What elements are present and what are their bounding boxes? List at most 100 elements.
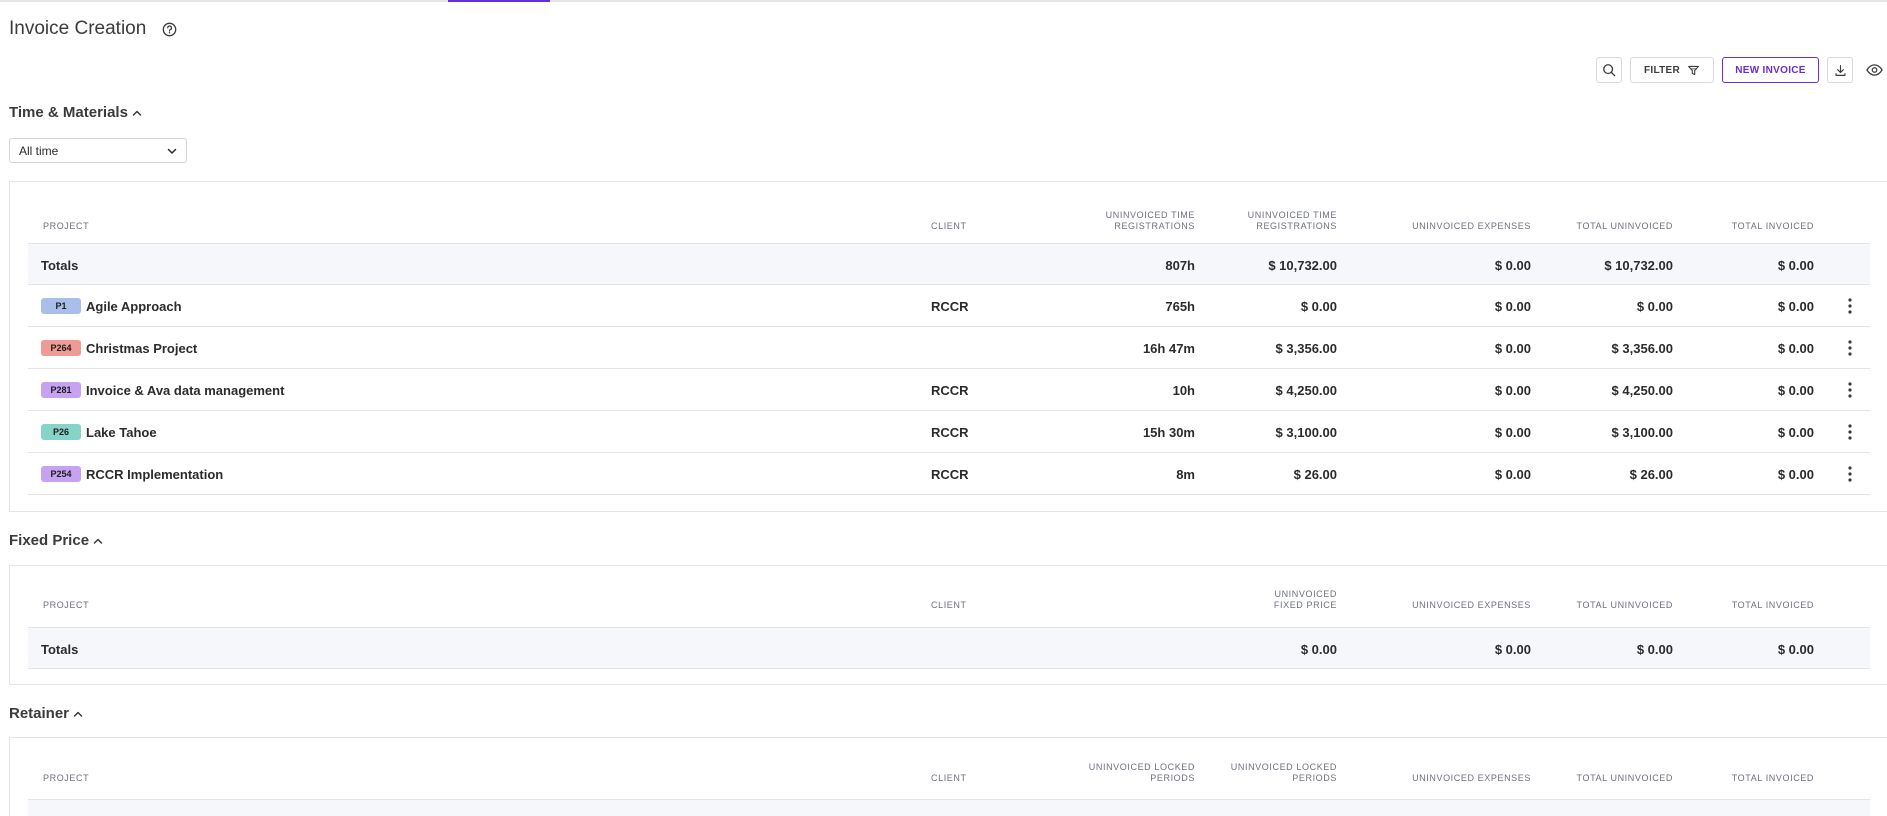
hours-cell: 765h <box>1165 298 1195 314</box>
col-uninvoiced-time-amount: UNINVOICED TIME REGISTRATIONS <box>1247 210 1337 231</box>
table-row[interactable]: P1 Agile Approach RCCR 765h $ 0.00 $ 0.00 $ 0.… <box>28 285 1870 327</box>
total-invoiced-cell: $ 0.00 <box>1777 340 1814 356</box>
retainer-table: PROJECT CLIENT UNINVOICED LOCKED PERIODS… <box>9 737 1887 816</box>
project-cell[interactable]: P1 Agile Approach <box>41 285 182 327</box>
more-vertical-icon <box>1848 340 1852 356</box>
col-uninvoiced-fixed-price: UNINVOICED FIXED PRICE <box>1273 589 1337 610</box>
project-cell[interactable]: P281 Invoice & Ava data management <box>41 369 284 411</box>
more-vertical-icon <box>1848 382 1852 398</box>
fixed-price-totals-row: Totals $ 0.00 $ 0.00 $ 0.00 $ 0.00 <box>28 627 1870 669</box>
fixed-price-table-header: PROJECT CLIENT UNINVOICED FIXED PRICE UN… <box>28 589 1887 630</box>
time-amount-cell: $ 3,100.00 <box>1275 424 1337 440</box>
time-materials-table-header: PROJECT CLIENT UNINVOICED TIME REGISTRAT… <box>28 206 1887 246</box>
time-amount-cell: $ 3,356.00 <box>1275 340 1337 356</box>
project-name: Agile Approach <box>86 298 182 314</box>
totals-time-amount: $ 10,732.00 <box>1268 257 1337 273</box>
project-name: Invoice & Ava data management <box>86 382 285 398</box>
chevron-down-icon <box>167 148 177 154</box>
filter-label: FILTER <box>1643 64 1681 76</box>
total-invoiced-cell: $ 0.00 <box>1777 466 1814 482</box>
time-amount-cell: $ 4,250.00 <box>1275 382 1337 398</box>
chevron-up-icon <box>73 711 83 717</box>
totals-label: Totals <box>41 257 79 273</box>
fixed-price-section-toggle[interactable]: Fixed Price <box>9 532 104 549</box>
search-button[interactable] <box>1596 57 1622 83</box>
project-cell[interactable]: P254 RCCR Implementation <box>41 453 223 495</box>
client-cell: RCCR <box>931 424 969 440</box>
active-tab-indicator <box>448 0 550 2</box>
toolbar: FILTER NEW INVOICE <box>1596 57 1887 83</box>
col-project: PROJECT <box>43 221 90 231</box>
table-row[interactable]: P254 RCCR Implementation RCCR 8m $ 26.00 $ 0.… <box>28 453 1870 495</box>
more-vertical-icon <box>1848 466 1852 482</box>
total-invoiced-cell: $ 0.00 <box>1777 382 1814 398</box>
more-vertical-icon <box>1848 424 1852 440</box>
new-invoice-label: NEW INVOICE <box>1735 64 1806 76</box>
period-select[interactable]: All time <box>9 138 187 163</box>
chevron-up-icon <box>93 538 103 544</box>
table-row[interactable]: P264 Christmas Project 16h 47m $ 3,356.00 $ … <box>28 327 1870 369</box>
retainer-section-toggle[interactable]: Retainer <box>9 705 84 722</box>
page-title: Invoice Creation <box>9 18 177 40</box>
search-icon <box>1603 64 1616 77</box>
time-materials-table: PROJECT CLIENT UNINVOICED TIME REGISTRAT… <box>9 181 1887 512</box>
retainer-table-header: PROJECT CLIENT UNINVOICED LOCKED PERIODS… <box>28 762 1887 802</box>
project-badge: P26 <box>41 424 81 440</box>
fixed-price-table: PROJECT CLIENT UNINVOICED FIXED PRICE UN… <box>9 565 1887 685</box>
row-menu-button[interactable] <box>1844 411 1856 453</box>
download-icon <box>1834 64 1846 76</box>
fixed-price-title: Fixed Price <box>9 532 90 549</box>
col-uninvoiced-locked-periods-1: UNINVOICED LOCKED PERIODS <box>1088 762 1195 783</box>
col-total-invoiced: TOTAL INVOICED <box>1731 600 1814 610</box>
period-select-value: All time <box>19 143 59 158</box>
col-project: PROJECT <box>43 773 90 783</box>
totals-total-invoiced: $ 0.00 <box>1777 641 1814 657</box>
top-tab-bar <box>0 0 1887 2</box>
download-button[interactable] <box>1827 57 1853 83</box>
row-menu-button[interactable] <box>1844 453 1856 495</box>
retainer-totals-row <box>28 799 1870 816</box>
project-badge: P254 <box>41 466 81 482</box>
time-amount-cell: $ 26.00 <box>1293 466 1337 482</box>
client-cell: RCCR <box>931 466 969 482</box>
visibility-button[interactable] <box>1861 57 1887 83</box>
totals-fixed-price: $ 0.00 <box>1300 641 1337 657</box>
hours-cell: 15h 30m <box>1142 424 1195 440</box>
client-cell: RCCR <box>931 382 969 398</box>
row-menu-button[interactable] <box>1844 285 1856 327</box>
hours-cell: 16h 47m <box>1142 340 1195 356</box>
table-row[interactable]: P281 Invoice & Ava data management RCCR 10h… <box>28 369 1870 411</box>
more-vertical-icon <box>1848 298 1852 314</box>
client-cell: RCCR <box>931 298 969 314</box>
project-cell[interactable]: P26 Lake Tahoe <box>41 411 157 453</box>
col-uninvoiced-time-hours: UNINVOICED TIME REGISTRATIONS <box>1105 210 1195 231</box>
col-client: CLIENT <box>931 221 967 231</box>
chevron-up-icon <box>132 110 142 116</box>
col-uninvoiced-locked-periods-2: UNINVOICED LOCKED PERIODS <box>1230 762 1337 783</box>
new-invoice-button[interactable]: NEW INVOICE <box>1722 57 1819 83</box>
col-client: CLIENT <box>931 773 967 783</box>
col-total-invoiced: TOTAL INVOICED <box>1731 221 1814 231</box>
col-total-invoiced: TOTAL INVOICED <box>1731 773 1814 783</box>
totals-row: Totals 807h $ 10,732.00 $ 0.00 $ 10,732.… <box>28 243 1870 285</box>
project-badge: P1 <box>41 298 81 314</box>
filter-button[interactable]: FILTER <box>1630 57 1714 83</box>
retainer-title: Retainer <box>9 705 70 722</box>
totals-hours: 807h <box>1165 257 1195 273</box>
row-menu-button[interactable] <box>1844 369 1856 411</box>
total-invoiced-cell: $ 0.00 <box>1777 298 1814 314</box>
hours-cell: 10h <box>1172 382 1195 398</box>
time-materials-section-toggle[interactable]: Time & Materials <box>9 104 143 121</box>
eye-icon <box>1865 64 1883 76</box>
page-title-text: Invoice Creation <box>9 18 147 39</box>
table-row[interactable]: P26 Lake Tahoe RCCR 15h 30m $ 3,100.00 $ 0.00… <box>28 411 1870 453</box>
hours-cell: 8m <box>1176 466 1195 482</box>
project-name: RCCR Implementation <box>86 466 224 482</box>
totals-total-invoiced: $ 0.00 <box>1777 257 1814 273</box>
help-icon[interactable] <box>162 22 177 37</box>
project-name: Christmas Project <box>86 340 198 356</box>
project-cell[interactable]: P264 Christmas Project <box>41 327 197 369</box>
time-amount-cell: $ 0.00 <box>1300 298 1337 314</box>
project-badge: P264 <box>41 340 81 356</box>
row-menu-button[interactable] <box>1844 327 1856 369</box>
